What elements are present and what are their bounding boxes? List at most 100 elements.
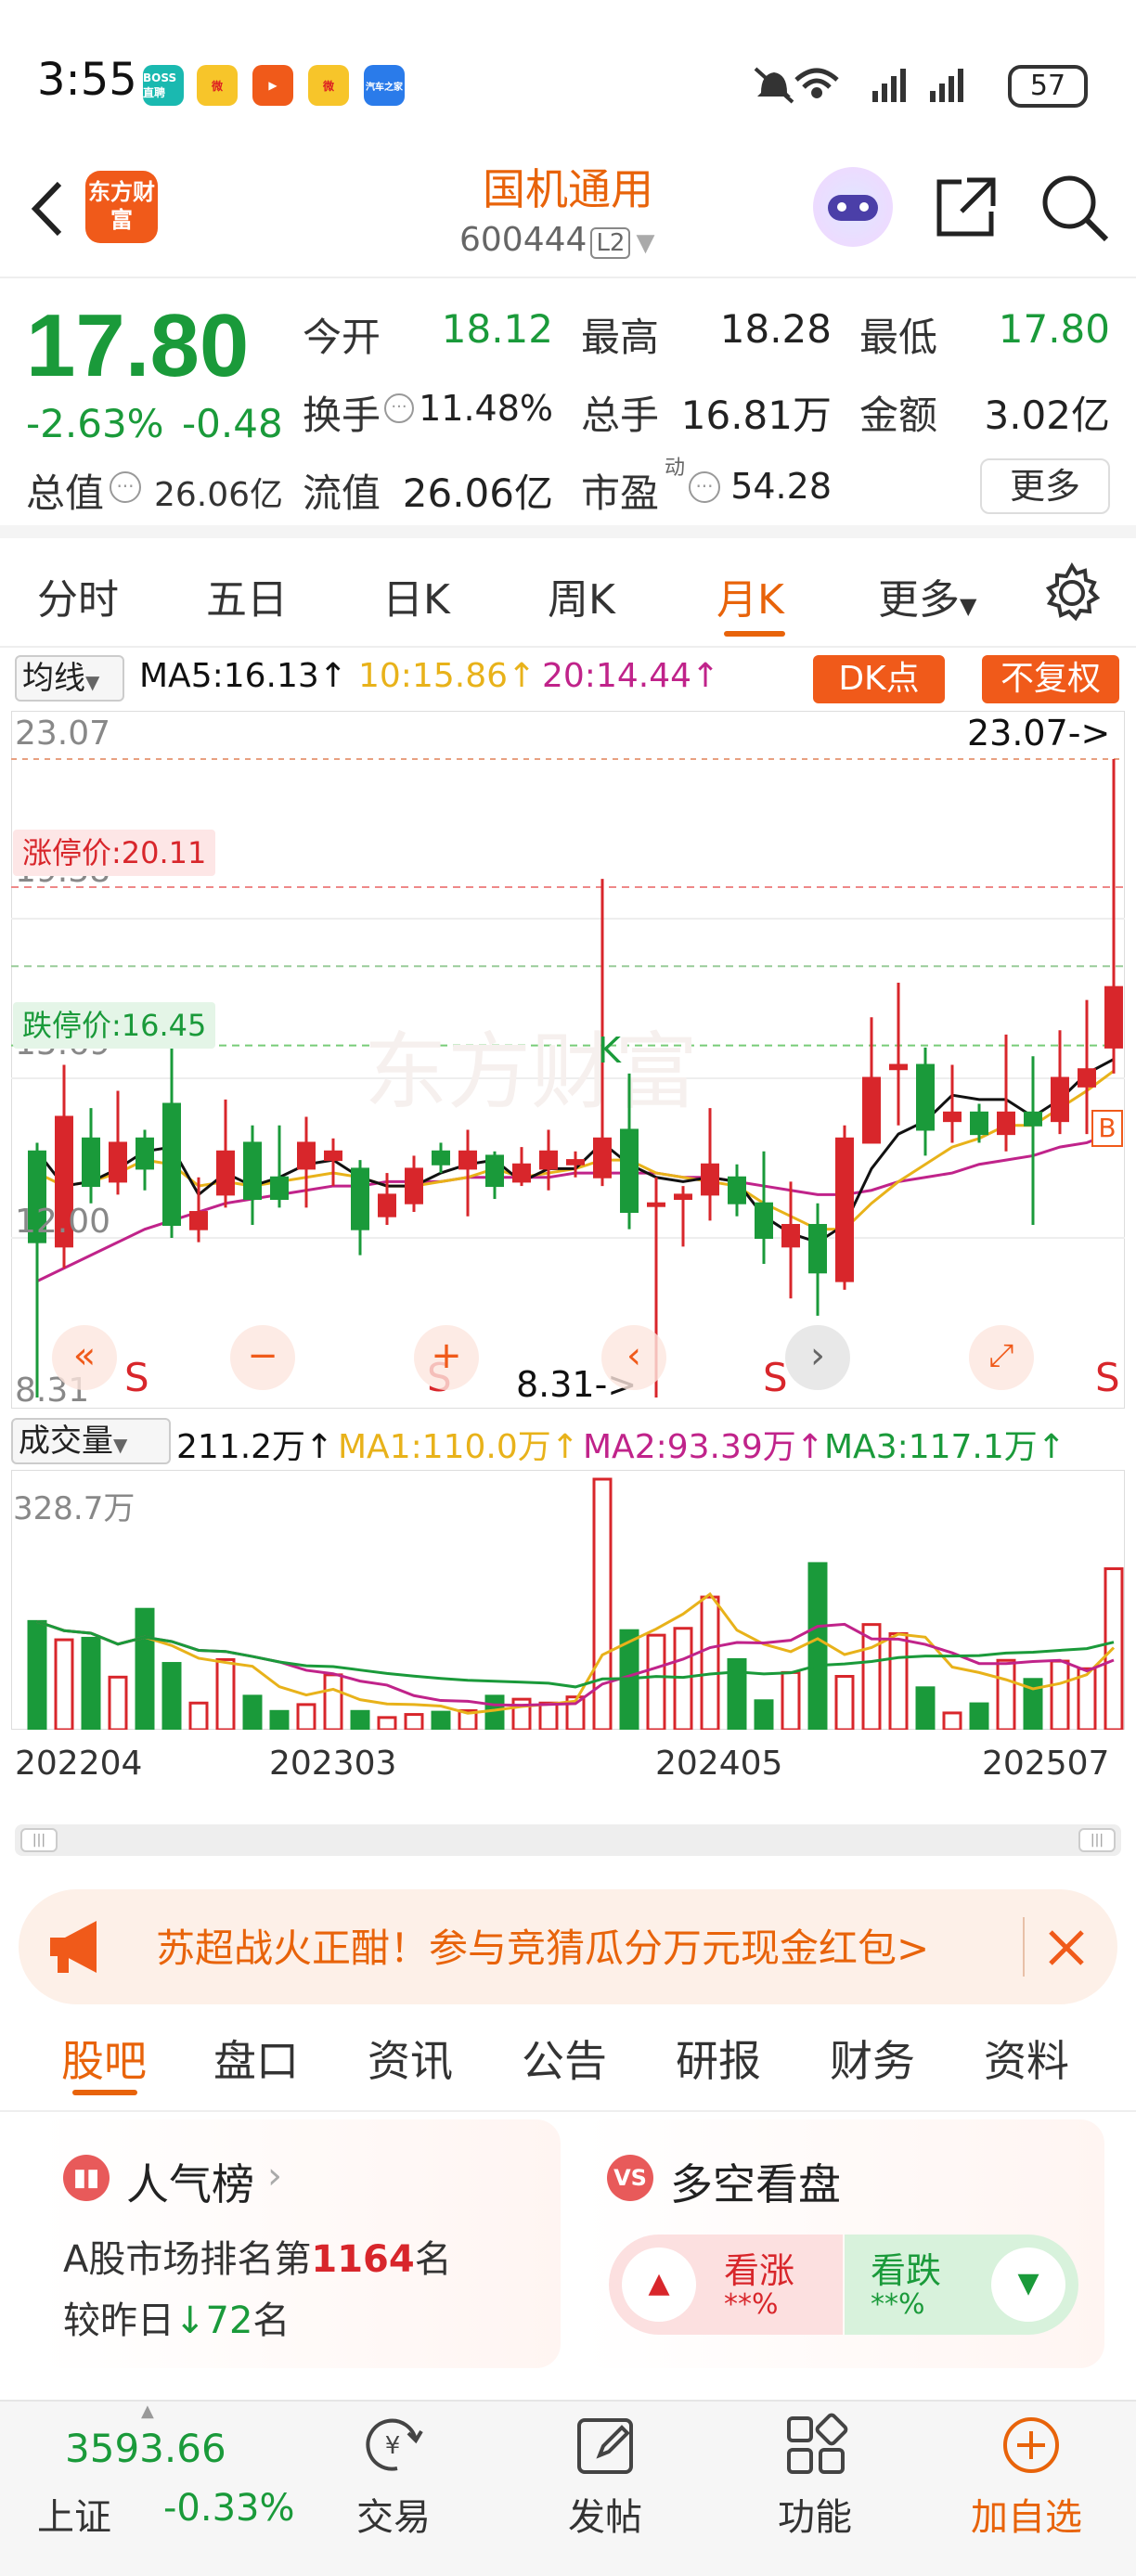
plus-circle-icon[interactable]	[999, 2413, 1064, 2478]
tab-profile[interactable]: 资料	[984, 2028, 1069, 2089]
total-value-label: 总值	[26, 470, 105, 516]
zoom-out-icon[interactable]: −	[230, 1325, 295, 1390]
scroll-left-fast-icon[interactable]: «	[52, 1325, 117, 1390]
candle-body	[647, 1202, 665, 1207]
volume-indicator-selector[interactable]: 成交量▼	[11, 1418, 171, 1464]
tab-daily-k[interactable]: 日K	[382, 566, 450, 625]
promo-banner[interactable]: 苏超战火正酣！参与竞猜瓜分万元现金红包>	[19, 1889, 1117, 2004]
active-tab-underline	[724, 631, 785, 637]
tab-five-day[interactable]: 五日	[206, 566, 288, 625]
boss-app-icon: BOSS直聘	[143, 65, 184, 106]
search-icon[interactable]	[1038, 171, 1112, 245]
limit-down-label: 跌停价:16.45	[13, 1002, 216, 1049]
tab-news[interactable]: 资讯	[368, 2028, 453, 2089]
vs-icon: VS	[607, 2155, 653, 2201]
tab-more[interactable]: 更多▼	[878, 566, 976, 625]
candle-body	[109, 1141, 127, 1183]
index-change: -0.33%	[163, 2487, 295, 2530]
volume-chart[interactable]	[11, 1470, 1125, 1730]
volume-bar	[484, 1694, 505, 1730]
triangle-down-icon: ▼	[991, 2248, 1065, 2322]
scrollbar-right-handle[interactable]: |||	[1078, 1828, 1116, 1852]
zoom-in-icon[interactable]: +	[414, 1325, 479, 1390]
volume-bar	[1050, 1659, 1070, 1730]
candle-body	[539, 1150, 558, 1170]
stock-code: 600444	[459, 221, 587, 259]
candle-body	[943, 1111, 962, 1123]
index-name: 上证	[37, 2496, 111, 2539]
tab-research[interactable]: 研报	[676, 2028, 761, 2089]
k-signal-marker: K	[598, 1030, 621, 1071]
ranking-chart-icon: ▮▮	[63, 2155, 110, 2201]
candle-body	[1078, 1068, 1096, 1088]
total-value: 26.06亿	[154, 476, 284, 514]
tab-announcements[interactable]: 公告	[522, 2028, 607, 2089]
candle-body	[674, 1193, 692, 1201]
robot-avatar-icon[interactable]	[813, 167, 893, 247]
low-value: 17.80	[998, 306, 1110, 352]
price-label-max: 23.07	[15, 715, 111, 753]
info-dots-icon[interactable]: ···	[689, 471, 720, 503]
b-signal-marker: B	[1091, 1110, 1123, 1147]
volume-bar	[54, 1638, 74, 1730]
chevron-right-icon: ›	[267, 2155, 282, 2197]
tab-finance[interactable]: 财务	[830, 2028, 915, 2089]
edit-icon[interactable]	[574, 2413, 639, 2478]
candle-body	[189, 1211, 208, 1230]
volume-bar	[834, 1675, 855, 1730]
chart-range-scrollbar[interactable]: ||| |||	[15, 1824, 1121, 1856]
volume-bar	[350, 1709, 370, 1730]
function-label[interactable]: 功能	[778, 2487, 852, 2541]
scroll-right-icon[interactable]: ›	[785, 1325, 850, 1390]
volume-bar	[431, 1710, 451, 1730]
pe-label: 市盈	[581, 470, 660, 516]
trade-label[interactable]: 交易	[356, 2487, 431, 2541]
post-label[interactable]: 发帖	[568, 2487, 642, 2541]
volume-bar	[215, 1657, 236, 1730]
float-value: 26.06亿	[402, 470, 553, 516]
volume-bar	[135, 1607, 155, 1730]
more-quote-button[interactable]: 更多	[980, 458, 1110, 514]
share-icon[interactable]	[930, 173, 1000, 243]
grid-icon[interactable]	[783, 2413, 848, 2478]
add-watchlist-label[interactable]: 加自选	[971, 2487, 1082, 2541]
bull-button[interactable]: ▲ 看涨 **%	[609, 2235, 843, 2335]
bear-button[interactable]: 看跌 **% ▼	[845, 2235, 1078, 2335]
date-label: 202303	[269, 1745, 397, 1783]
popularity-card[interactable]: ▮▮ 人气榜 › A股市场排名第1164名 较昨日↓72名	[37, 2119, 561, 2368]
ma-selector[interactable]: 均线▼	[15, 655, 124, 702]
caret-down-icon: ▼	[113, 1434, 128, 1456]
close-icon[interactable]	[1043, 1925, 1090, 1971]
volume-bar	[942, 1711, 962, 1730]
tab-monthly-k[interactable]: 月K	[716, 566, 784, 625]
dk-point-button[interactable]: DK点	[813, 655, 945, 703]
restore-rights-button[interactable]: 不复权	[982, 655, 1119, 703]
scrollbar-left-handle[interactable]: |||	[20, 1828, 58, 1852]
scroll-left-icon[interactable]: ‹	[601, 1325, 666, 1390]
candle-body	[1024, 1111, 1042, 1127]
high-value: 18.28	[719, 306, 832, 352]
candle-body	[701, 1163, 719, 1196]
tab-weekly-k[interactable]: 周K	[548, 566, 615, 625]
limit-up-label: 涨停价:20.11	[13, 830, 216, 876]
candle-body	[216, 1150, 235, 1196]
candle-body	[378, 1193, 396, 1217]
volume-bar	[377, 1716, 397, 1730]
weibo-app-icon: 微	[197, 65, 238, 106]
volume-bar	[323, 1673, 343, 1730]
watermark: 东方财富	[364, 1024, 698, 1121]
stock-code-row[interactable]: 600444 L2 ▼	[459, 221, 654, 259]
info-dots-icon[interactable]: ···	[110, 471, 141, 503]
index-value[interactable]: 3593.66	[65, 2426, 226, 2471]
volume-ma1: MA1:110.0万↑	[338, 1428, 579, 1466]
tab-order-book[interactable]: 盘口	[213, 2028, 299, 2089]
kline-chart[interactable]: 东方财富	[11, 711, 1125, 1409]
svg-text:¥: ¥	[385, 2432, 401, 2460]
fullscreen-icon[interactable]: ⤢	[969, 1325, 1034, 1390]
tab-intraday[interactable]: 分时	[37, 566, 119, 625]
candle-body	[970, 1111, 988, 1136]
volume-bar	[592, 1477, 613, 1730]
settings-gear-icon[interactable]	[1041, 562, 1103, 624]
trade-icon[interactable]: ¥	[360, 2413, 425, 2478]
tab-forum[interactable]: 股吧	[61, 2028, 147, 2089]
